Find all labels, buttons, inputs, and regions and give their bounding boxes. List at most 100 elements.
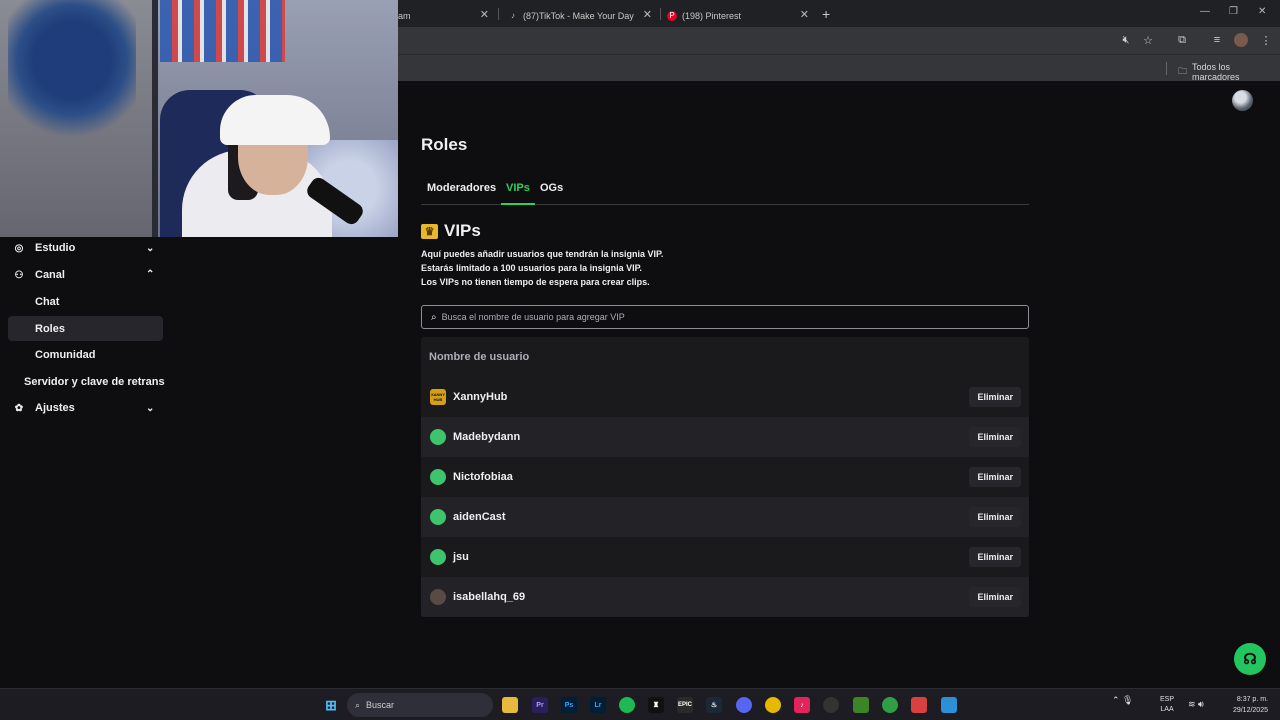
remove-vip-button[interactable]: Eliminar <box>969 547 1021 567</box>
chrome-profile-icon[interactable] <box>882 697 898 713</box>
steam-icon[interactable]: ♨ <box>706 697 722 713</box>
username[interactable]: Madebydann <box>453 431 520 443</box>
sidebar-item-label: Servidor y clave de retrans <box>24 376 165 388</box>
chrome-icon[interactable] <box>765 697 781 713</box>
table-row: Nictofobiaa Eliminar <box>421 457 1029 497</box>
description-line: Estarás limitado a 100 usuarios para la … <box>421 263 642 273</box>
taskbar-search[interactable]: ⌕ Buscar <box>347 693 493 717</box>
epic-games-icon[interactable]: EPIC <box>677 697 693 713</box>
chevron-down-icon: ⌄ <box>146 402 155 414</box>
language-indicator[interactable]: ESP LAA <box>1160 695 1174 715</box>
table-row: XANNY HUB XannyHub Eliminar <box>421 377 1029 417</box>
profile-avatar-icon[interactable] <box>1234 33 1248 47</box>
minecraft-icon[interactable] <box>853 697 869 713</box>
all-bookmarks-label: Todos los marcadores <box>1192 62 1240 82</box>
sidebar-item-estudio[interactable]: ◎ Estudio ⌄ <box>0 236 170 260</box>
sidebar-item-label: Estudio <box>35 242 76 254</box>
windows-start-icon[interactable]: ⊞ <box>323 697 339 713</box>
section-heading: ♛ VIPs <box>421 221 481 241</box>
tiktok-icon: ♪ <box>511 11 515 20</box>
close-window-icon[interactable]: ✕ <box>1258 6 1266 17</box>
username[interactable]: XannyHub <box>453 391 507 403</box>
username[interactable]: jsu <box>453 551 469 563</box>
system-tray[interactable]: ⌃ 🎙︎ <box>1112 695 1133 706</box>
tab-ogs[interactable]: OGs <box>540 182 563 194</box>
user-avatar <box>430 549 446 565</box>
headset-icon: ☊ <box>1243 651 1257 668</box>
username[interactable]: Nictofobiaa <box>453 471 513 483</box>
sidebar-item-label: Comunidad <box>35 349 96 361</box>
remove-vip-button[interactable]: Eliminar <box>969 427 1021 447</box>
minimize-icon[interactable]: — <box>1200 6 1210 17</box>
new-tab-button[interactable]: + <box>822 6 830 22</box>
tab-moderadores[interactable]: Moderadores <box>427 182 496 194</box>
toy-car-shelf <box>160 0 285 62</box>
spotify-icon[interactable] <box>619 697 635 713</box>
tab-vips[interactable]: VIPs <box>506 182 530 194</box>
close-tab-icon[interactable]: ✕ <box>800 8 809 21</box>
user-avatar <box>430 509 446 525</box>
sidebar-item-ajustes[interactable]: ✿ Ajustes ⌄ <box>0 396 170 420</box>
tab-pinterest[interactable]: P (198) Pinterest ✕ <box>667 4 815 27</box>
sidebar-item-comunidad[interactable]: Comunidad <box>0 343 170 367</box>
vip-search-input[interactable]: ⌕ Busca el nombre de usuario para agrega… <box>421 305 1029 329</box>
username[interactable]: isabellahq_69 <box>453 591 525 603</box>
search-placeholder: Busca el nombre de usuario para agregar … <box>441 312 625 322</box>
remove-vip-button[interactable]: Eliminar <box>969 507 1021 527</box>
app-icon[interactable] <box>911 697 927 713</box>
language-code: ESP <box>1160 696 1175 703</box>
taskbar-search-label: Buscar <box>366 700 395 710</box>
restore-icon[interactable]: ❐ <box>1229 6 1238 17</box>
extensions-icon[interactable]: ⧉ <box>1175 33 1189 47</box>
help-chat-button[interactable]: ☊ <box>1234 643 1266 675</box>
file-explorer-icon[interactable] <box>502 697 518 713</box>
all-bookmarks-button[interactable]: 🗀︎ Todos los marcadores <box>1178 62 1280 82</box>
premiere-icon[interactable]: Pr <box>532 697 548 713</box>
tiktok-app-icon[interactable]: ♪ <box>794 697 810 713</box>
remove-vip-button[interactable]: Eliminar <box>969 467 1021 487</box>
sidebar-item-roles[interactable]: Roles <box>0 317 170 341</box>
description-line: Aquí puedes añadir usuarios que tendrán … <box>421 249 664 259</box>
channel-icon: ⚇ <box>14 269 24 281</box>
obs-icon[interactable] <box>823 697 839 713</box>
folder-icon: 🗀︎ <box>1178 66 1188 76</box>
table-row: Madebydann Eliminar <box>421 417 1029 457</box>
clock[interactable]: 8:37 p. m. 29/12/2025 <box>1222 694 1268 716</box>
sidebar-item-label: Ajustes <box>35 402 75 414</box>
sidebar-item-chat[interactable]: Chat <box>0 290 170 314</box>
tab-instagram[interactable]: ram ✕ <box>395 4 495 27</box>
wifi-volume-icons[interactable]: ≋ 🔊︎ <box>1188 699 1204 710</box>
close-tab-icon[interactable]: ✕ <box>480 8 489 21</box>
sidebar-item-canal[interactable]: ⚇ Canal ⌃ <box>0 263 170 287</box>
mute-tab-icon[interactable]: 🔇︎ <box>1119 33 1133 47</box>
chevron-up-icon: ⌃ <box>146 269 155 280</box>
christmas-tree <box>8 0 136 150</box>
table-row: jsu Eliminar <box>421 537 1029 577</box>
sidebar-item-servidor[interactable]: Servidor y clave de retrans <box>0 370 170 394</box>
bookmark-star-icon[interactable]: ☆ <box>1141 33 1155 47</box>
remove-vip-button[interactable]: Eliminar <box>969 387 1021 407</box>
column-header: Nombre de usuario <box>429 351 530 363</box>
clock-date: 29/12/2025 <box>1232 707 1268 714</box>
app-icon-blue[interactable] <box>941 697 957 713</box>
photoshop-icon[interactable]: Ps <box>561 697 577 713</box>
roles-tabs: Moderadores VIPs OGs <box>421 177 1029 205</box>
language-layout: LAA <box>1160 706 1174 713</box>
more-menu-icon[interactable]: ⋮ <box>1259 33 1273 47</box>
tab-tiktok[interactable]: ♪ (87)TikTok - Make Your Day ✕ <box>508 4 658 27</box>
search-icon: ⌕ <box>431 311 437 323</box>
close-tab-icon[interactable]: ✕ <box>643 8 652 21</box>
remove-vip-button[interactable]: Eliminar <box>969 587 1021 607</box>
user-avatar: XANNY HUB <box>430 389 446 405</box>
search-icon: ⌕ <box>355 699 361 710</box>
reading-list-icon[interactable]: ≡ <box>1210 33 1224 47</box>
page-title: Roles <box>421 135 468 154</box>
discord-icon[interactable] <box>736 697 752 713</box>
username[interactable]: aidenCast <box>453 511 506 523</box>
clock-time: 8:37 p. m. <box>1236 696 1268 703</box>
user-avatar[interactable] <box>1232 90 1253 111</box>
game-icon[interactable]: ♜ <box>648 697 664 713</box>
lightroom-icon[interactable]: Lr <box>590 697 606 713</box>
user-avatar <box>430 469 446 485</box>
vip-table: Nombre de usuario XANNY HUB XannyHub Eli… <box>421 337 1029 617</box>
